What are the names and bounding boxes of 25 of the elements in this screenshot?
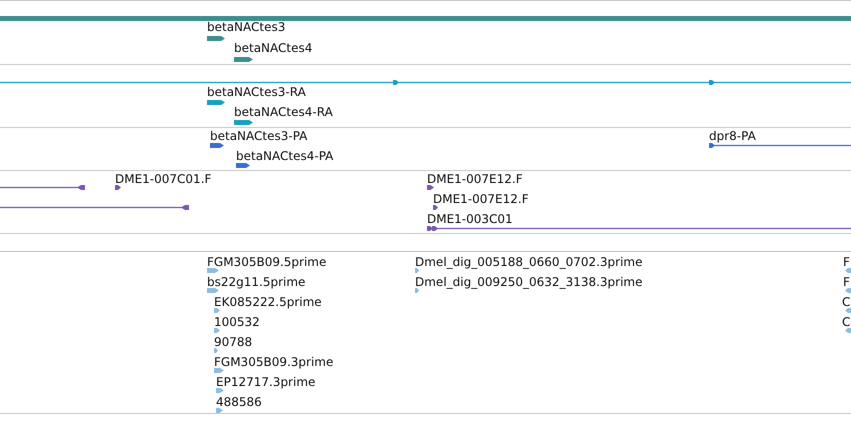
feature-label: DME1-007E12.F [433, 192, 529, 206]
feature-label: C [842, 315, 850, 329]
feature-label: 488586 [216, 395, 262, 409]
feature-label: bs22g11.5prime [207, 275, 306, 289]
feature-label: EK085222.5prime [214, 295, 322, 309]
feature-label: F [843, 275, 850, 289]
feature-label: FGM305B09.5prime [207, 255, 326, 269]
feature-label: betaNACtes4-RA [234, 105, 333, 119]
feature-label: C [842, 295, 850, 309]
feature-label: 100532 [214, 315, 260, 329]
feature-label: dpr8-PA [709, 129, 756, 143]
feature-label: betaNACtes4-PA [236, 149, 334, 163]
feature-label: Dmel_dig_005188_0660_0702.3prime [415, 255, 643, 269]
feature-label: 90788 [214, 335, 252, 349]
feature-label: Dmel_dig_009250_0632_3138.3prime [415, 275, 643, 289]
feature-label: betaNACtes3-PA [210, 129, 308, 143]
feature-label: betaNACtes3-RA [207, 85, 306, 99]
feature-label: EP12717.3prime [216, 375, 316, 389]
feature-label: betaNACtes3 [207, 20, 286, 34]
feature-label: betaNACtes4 [234, 41, 312, 55]
feature-label: DME1-003C01 [427, 212, 513, 226]
feature-label: FGM305B09.3prime [214, 355, 334, 369]
feature-label: DME1-007E12.F [427, 172, 523, 186]
feature-label: F [843, 255, 850, 269]
feature-label: DME1-007C01.F [115, 172, 212, 186]
